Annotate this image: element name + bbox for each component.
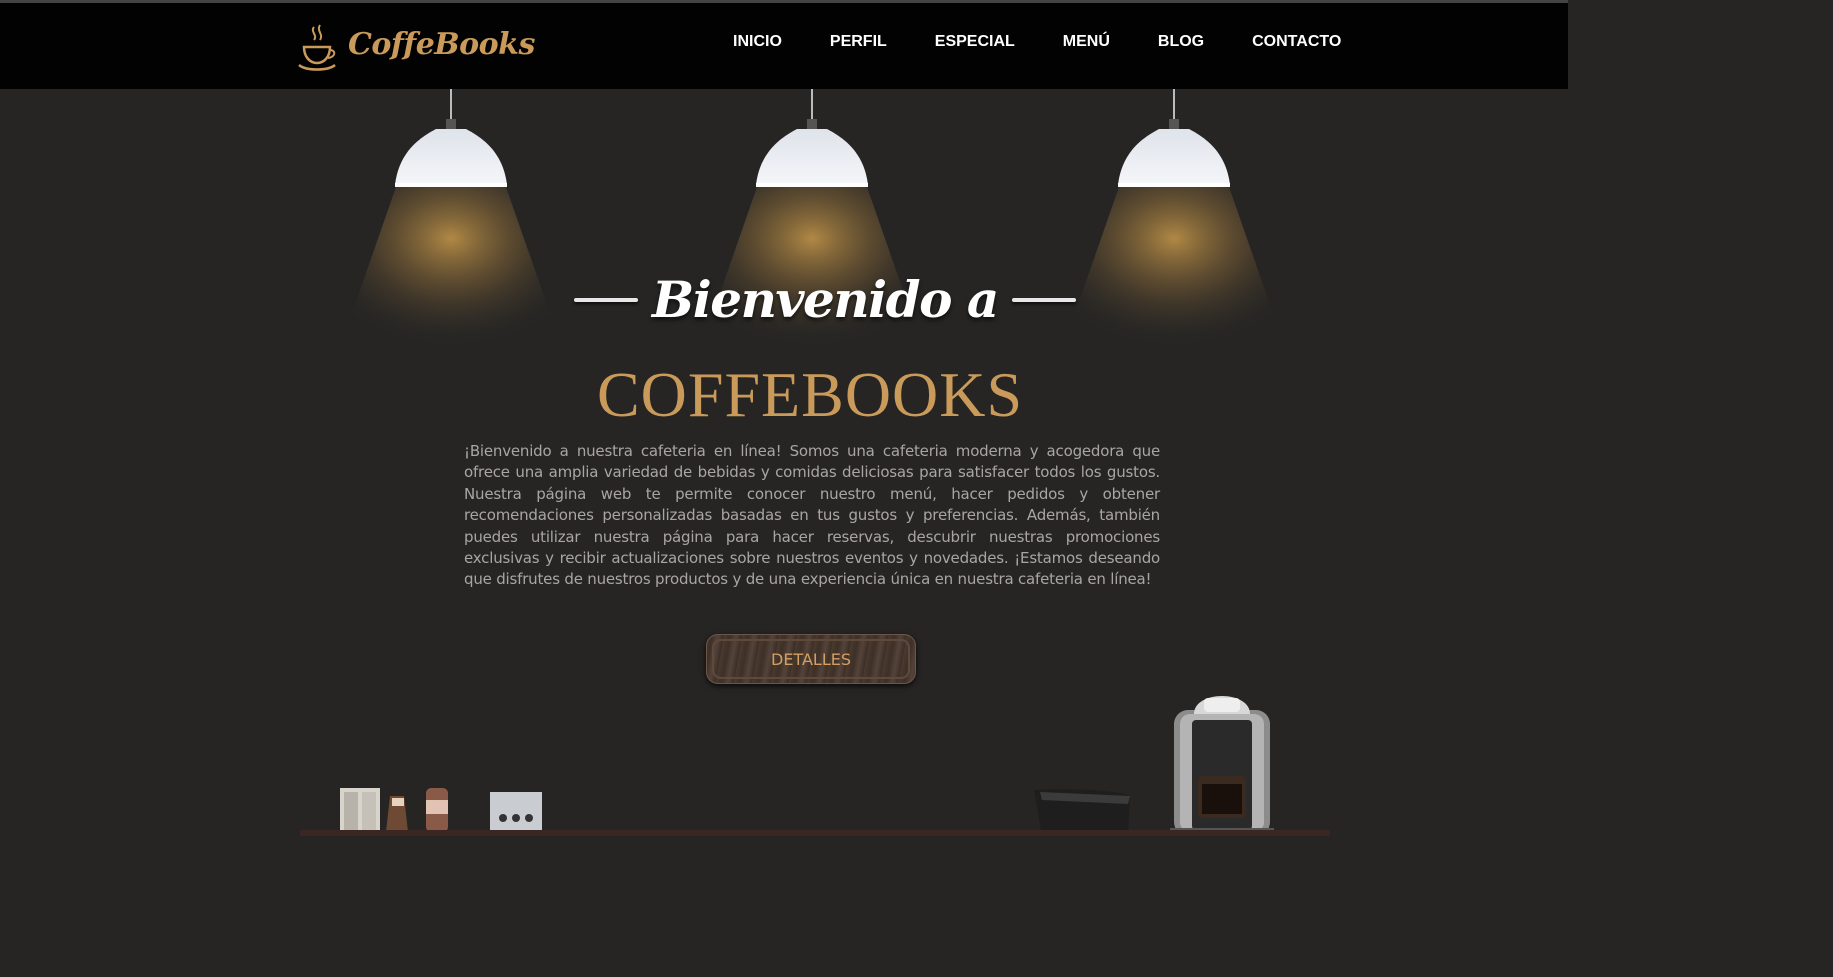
coffee-machine-icon (1034, 696, 1274, 836)
decorative-dash (1011, 297, 1076, 302)
main-nav: INICIO PERFIL ESPECIAL MENÚ BLOG CONTACT… (733, 33, 1341, 57)
details-button-label: DETALLES (712, 639, 910, 679)
nav-item-menu[interactable]: MENÚ (1063, 33, 1110, 57)
nav-item-inicio[interactable]: INICIO (733, 33, 782, 57)
intro-paragraph: ¡Bienvenido a nuestra cafeteria en línea… (464, 442, 1160, 589)
welcome-heading: Bienvenido a (560, 270, 1076, 340)
pendant-lamp-icon (1054, 89, 1294, 369)
details-button[interactable]: DETALLES (706, 634, 916, 684)
welcome-text: Bienvenido a (652, 270, 999, 329)
nav-item-contacto[interactable]: CONTACTO (1252, 33, 1341, 57)
decorative-dash (574, 297, 638, 302)
nav-item-blog[interactable]: BLOG (1158, 33, 1204, 57)
nav-item-especial[interactable]: ESPECIAL (935, 33, 1015, 57)
navbar: CoffeBooks INICIO PERFIL ESPECIAL MENÚ B… (0, 3, 1568, 89)
brand-title: COFFEBOOKS (596, 359, 1024, 430)
logo-text: CoffeBooks (348, 27, 535, 62)
coffee-cup-icon (298, 24, 336, 71)
shelf-products (340, 788, 542, 832)
pendant-lamp-icon (331, 89, 571, 369)
shelf (300, 830, 1330, 836)
logo[interactable]: CoffeBooks (296, 21, 535, 75)
nav-item-perfil[interactable]: PERFIL (830, 33, 887, 57)
